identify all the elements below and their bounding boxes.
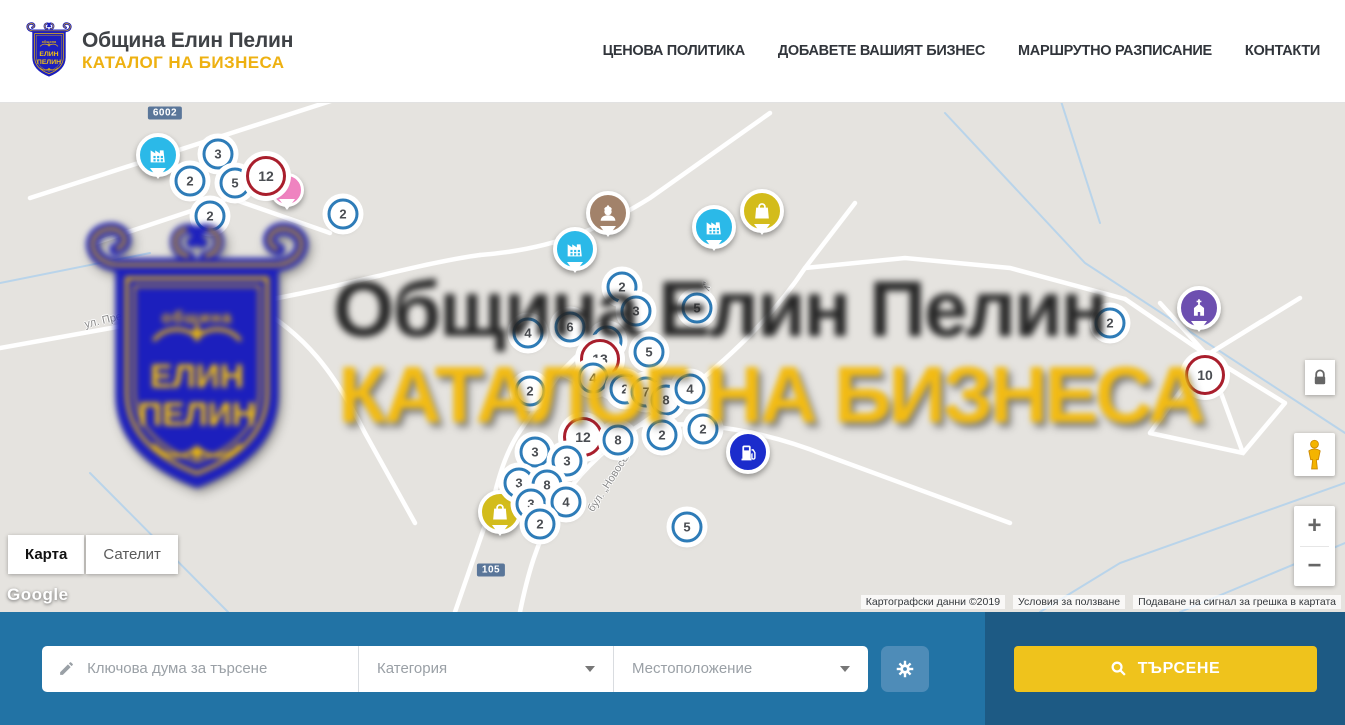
nav-contacts[interactable]: КОНТАКТИ <box>1245 43 1320 59</box>
cluster-marker[interactable]: 2 <box>525 509 556 540</box>
cluster-marker[interactable]: 2 <box>1095 308 1126 339</box>
cluster-marker[interactable]: 3 <box>520 437 551 468</box>
search-action-panel: ТЪРСЕНЕ <box>985 612 1345 725</box>
advanced-settings-button[interactable] <box>881 646 929 692</box>
cluster-marker[interactable]: 4 <box>551 487 582 518</box>
cluster-marker[interactable]: 4 <box>578 363 609 394</box>
lock-control-button[interactable] <box>1305 360 1335 395</box>
bag-pin-marker[interactable] <box>740 189 784 233</box>
map-type-satellite-button[interactable]: Сателит <box>86 535 178 574</box>
cluster-marker[interactable]: 2 <box>328 199 359 230</box>
pegman-icon <box>1304 439 1325 470</box>
map-attribution: Картографски данни ©2019 Условия за полз… <box>861 595 1341 609</box>
attribution-report-error-link[interactable]: Подаване на сигнал за грешка в картата <box>1133 595 1341 609</box>
nav-add-your-business[interactable]: ДОБАВЕТЕ ВАШИЯТ БИЗНЕС <box>778 43 985 59</box>
map-type-map-button[interactable]: Карта <box>8 535 84 574</box>
cluster-marker[interactable]: 2 <box>175 166 206 197</box>
fuel-pin-marker[interactable] <box>726 430 770 474</box>
factory-pin-marker[interactable] <box>136 133 180 177</box>
keyword-search-input[interactable] <box>87 660 342 677</box>
cluster-marker[interactable]: 4 <box>513 318 544 349</box>
search-field-group: Категория Местоположение <box>42 646 868 692</box>
brand-logo[interactable]: община ЕЛИН ПЕЛИН Община Елин Пелин КАТА… <box>25 19 293 83</box>
nav-route-schedule[interactable]: МАРШРУТНО РАЗПИСАНИЕ <box>1018 43 1212 59</box>
site-title: Община Елин Пелин <box>82 29 293 53</box>
category-dropdown[interactable]: Категория <box>359 646 613 692</box>
map-markers-layer: 32512222354675134227842212833383425210 <box>0 103 1345 612</box>
cluster-marker[interactable]: 2 <box>515 376 546 407</box>
church-pin-marker[interactable] <box>1177 286 1221 330</box>
cluster-marker[interactable]: 5 <box>672 512 703 543</box>
cluster-marker[interactable]: 2 <box>195 201 226 232</box>
cluster-marker[interactable]: 2 <box>647 420 678 451</box>
cluster-marker[interactable]: 4 <box>675 374 706 405</box>
search-icon <box>1110 660 1127 677</box>
search-button[interactable]: ТЪРСЕНЕ <box>1014 646 1317 692</box>
zoom-control: + − <box>1294 506 1335 586</box>
cluster-marker[interactable]: 5 <box>634 337 665 368</box>
cluster-marker[interactable]: 5 <box>682 293 713 324</box>
keyword-field[interactable] <box>42 646 358 692</box>
cluster-marker[interactable]: 2 <box>688 414 719 445</box>
municipality-crest-icon: община ЕЛИН ПЕЛИН <box>25 19 73 83</box>
page: община ЕЛИН ПЕЛИН Община Елин Пелин КАТА… <box>0 0 1345 725</box>
site-header: община ЕЛИН ПЕЛИН Община Елин Пелин КАТА… <box>0 0 1345 103</box>
cluster-marker[interactable]: 3 <box>621 296 652 327</box>
zoom-in-button[interactable]: + <box>1294 506 1335 546</box>
search-fields-panel: Категория Местоположение <box>0 612 985 725</box>
map-type-control: Карта Сателит <box>8 535 178 574</box>
attribution-terms-link[interactable]: Условия за ползване <box>1013 595 1125 609</box>
search-bar: Категория Местоположение <box>0 612 1345 725</box>
pencil-icon <box>58 659 75 678</box>
cluster-marker[interactable]: 10 <box>1185 355 1225 395</box>
zoom-out-button[interactable]: − <box>1294 547 1335 587</box>
chevron-down-icon <box>585 666 595 672</box>
main-nav: ЦЕНОВА ПОЛИТИКА ДОБАВЕТЕ ВАШИЯТ БИЗНЕС М… <box>603 43 1320 59</box>
worker-pin-marker[interactable] <box>586 191 630 235</box>
crest-small-label: община <box>42 40 56 44</box>
google-logo[interactable]: Google <box>7 585 69 605</box>
factory-pin-marker[interactable] <box>553 227 597 271</box>
nav-pricing-policy[interactable]: ЦЕНОВА ПОЛИТИКА <box>603 43 745 59</box>
gear-icon <box>894 658 916 680</box>
cluster-marker[interactable]: 6 <box>555 312 586 343</box>
location-dropdown[interactable]: Местоположение <box>614 646 868 692</box>
attribution-map-data: Картографски данни ©2019 <box>861 595 1005 609</box>
map-canvas[interactable]: ул. Преславбул. „Новоселции"6002105 3251… <box>0 103 1345 612</box>
chevron-down-icon <box>840 666 850 672</box>
pegman-control[interactable] <box>1294 433 1335 476</box>
location-dropdown-value: Местоположение <box>632 660 752 677</box>
cluster-marker[interactable]: 12 <box>246 156 286 196</box>
lock-icon <box>1313 369 1327 386</box>
cluster-marker[interactable]: 8 <box>603 425 634 456</box>
category-dropdown-value: Категория <box>377 660 447 677</box>
search-button-label: ТЪРСЕНЕ <box>1138 660 1221 678</box>
cluster-marker[interactable]: 3 <box>203 139 234 170</box>
site-subtitle: КАТАЛОГ НА БИЗНЕСА <box>82 53 293 73</box>
crest-line2: ПЕЛИН <box>37 59 61 66</box>
factory-pin-marker[interactable] <box>692 205 736 249</box>
crest-line1: ЕЛИН <box>39 51 58 58</box>
